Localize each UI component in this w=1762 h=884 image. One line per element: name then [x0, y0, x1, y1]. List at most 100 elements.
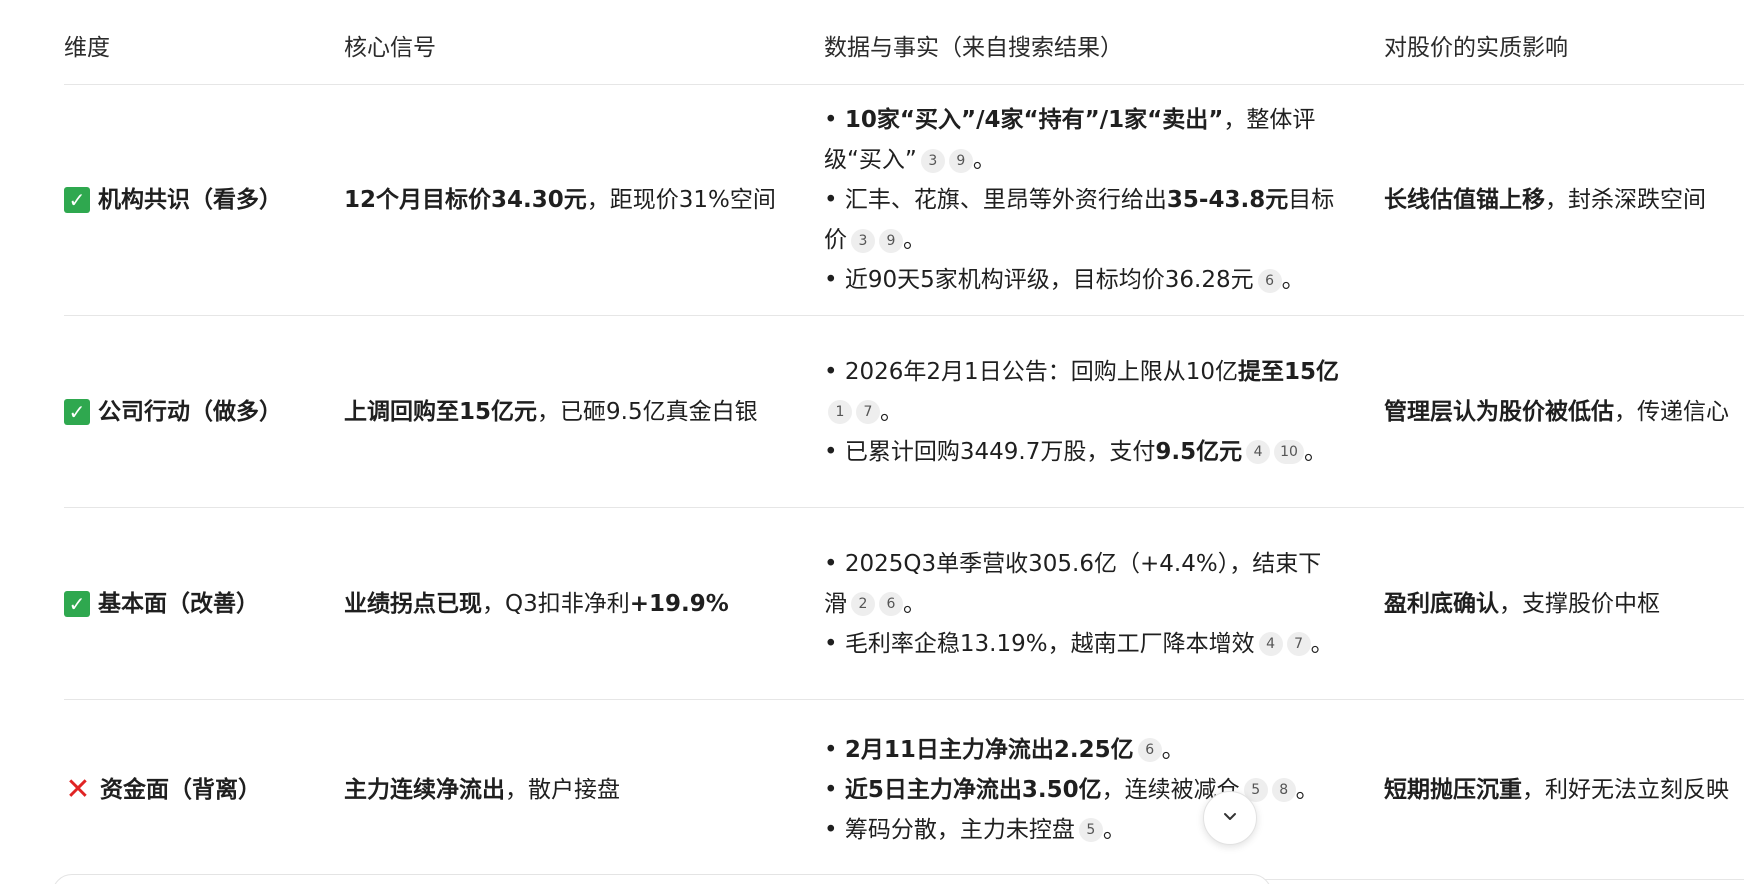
citation-badge[interactable]: 10	[1274, 440, 1304, 464]
citation-badge[interactable]: 6	[879, 592, 903, 616]
dimension-label: ✓ 机构共识（看多）	[64, 180, 344, 220]
fact-item: • 近90天5家机构评级，目标均价36.28元 6。	[824, 260, 1344, 300]
fact-bold: 提至15亿	[1237, 358, 1339, 385]
impact-cell: 长线估值锚上移，封杀深跌空间	[1384, 180, 1744, 220]
header-facts: 数据与事实（来自搜索结果）	[824, 35, 1123, 61]
dimension-label: ✕ 资金面（背离）	[64, 770, 344, 810]
fact-item: • 汇丰、花旗、里昂等外资行给出35-43.8元目标价 3 9。	[824, 180, 1344, 260]
dimension-label: ✓ 基本面（改善）	[64, 584, 344, 624]
header-dimension: 维度	[64, 35, 110, 61]
impact-bold: 管理层认为股价被低估	[1384, 398, 1614, 425]
fact-bold: 9.5亿元	[1155, 438, 1243, 465]
facts-cell: • 10家“买入”/4家“持有”/1家“卖出”，整体评级“买入” 3 9。 • 汇丰、…	[824, 90, 1384, 310]
bullet-char: •	[824, 107, 845, 133]
citation-badge[interactable]: 7	[856, 400, 880, 424]
impact-bold: 长线估值锚上移	[1384, 187, 1545, 213]
impact-bold: 短期抛压沉重	[1384, 776, 1522, 803]
signal-text: ，已砸9.5亿真金白银	[537, 398, 758, 425]
bullet-char: •	[824, 736, 845, 763]
fact-item: • 筹码分散，主力未控盘 5。	[824, 810, 1344, 850]
facts-cell: • 2月11日主力净流出2.25亿 6。 • 近5日主力净流出3.50亿，连续被减仓…	[824, 720, 1384, 860]
table-header-row: 维度 核心信号 数据与事实（来自搜索结果） 对股价的实质影响	[64, 0, 1744, 85]
fact-text: 已累计回购3449.7万股，支付	[844, 438, 1156, 465]
bullet-char: •	[824, 267, 845, 293]
signal-cell: 12个月目标价34.30元，距现价31%空间	[344, 180, 824, 220]
cross-icon: ✕	[65, 771, 91, 807]
signal-bold: +19.9%	[629, 590, 729, 617]
fact-text: 筹码分散，主力未控盘	[844, 816, 1075, 843]
chat-input-box[interactable]	[52, 874, 1272, 884]
citation-badge[interactable]: 1	[828, 400, 852, 424]
dimension-cell: ✓ 机构共识（看多）	[64, 180, 344, 220]
bullet-char: •	[824, 630, 845, 657]
period: 。	[1281, 267, 1305, 293]
period: 。	[1310, 630, 1334, 657]
period: 。	[880, 398, 903, 425]
header-impact: 对股价的实质影响	[1384, 35, 1568, 61]
table-row: ✓ 机构共识（看多） 12个月目标价34.30元，距现价31%空间 • 10家“买入”…	[64, 85, 1744, 316]
fact-item: • 近5日主力净流出3.50亿，连续被减仓 5 8。	[824, 770, 1344, 810]
header-signal: 核心信号	[344, 35, 436, 61]
fact-text: 毛利率企稳13.19%，越南工厂降本增效	[844, 630, 1255, 657]
bullet-char: •	[824, 550, 845, 577]
citation-badge[interactable]: 9	[948, 148, 973, 173]
fact-item: • 10家“买入”/4家“持有”/1家“卖出”，整体评级“买入” 3 9。	[824, 100, 1344, 180]
citation-badge[interactable]: 3	[920, 148, 945, 173]
table-row: ✓ 基本面（改善） 业绩拐点已现，Q3扣非净利+19.9% • 2025Q3单季营收3…	[64, 508, 1744, 700]
impact-text: ，利好无法立刻反映	[1522, 776, 1729, 803]
citation-badge[interactable]: 6	[1137, 738, 1162, 762]
bullet-char: •	[824, 438, 845, 465]
citation-badge[interactable]: 6	[1257, 268, 1282, 293]
data-table: 维度 核心信号 数据与事实（来自搜索结果） 对股价的实质影响 ✓ 机构共识（看多）…	[64, 0, 1744, 880]
signal-bold: 12个月目标价34.30元	[344, 187, 587, 213]
impact-cell: 短期抛压沉重，利好无法立刻反映	[1384, 770, 1744, 810]
citation-badge[interactable]: 8	[1271, 778, 1296, 802]
period: 。	[972, 147, 996, 173]
signal-bold: 主力连续净流出	[344, 776, 505, 803]
citation-badge[interactable]: 4	[1246, 440, 1271, 464]
citation-badge[interactable]: 4	[1258, 632, 1283, 656]
impact-text: ，支撑股价中枢	[1499, 590, 1660, 617]
signal-cell: 主力连续净流出，散户接盘	[344, 770, 824, 810]
dimension-text: 资金面（背离）	[100, 776, 261, 803]
period: 。	[1102, 816, 1126, 843]
fact-bold: 35-43.8元	[1166, 187, 1289, 213]
citation-badge[interactable]: 9	[879, 228, 903, 253]
dimension-cell: ✓ 基本面（改善）	[64, 584, 344, 624]
bullet-char: •	[824, 776, 845, 803]
dimension-text: 基本面（改善）	[98, 590, 259, 617]
bullet-char: •	[824, 187, 845, 213]
citation-badge[interactable]: 2	[851, 592, 875, 616]
signal-cell: 业绩拐点已现，Q3扣非净利+19.9%	[344, 584, 824, 624]
fact-bold: 10家“买入”/4家“持有”/1家“卖出”	[844, 107, 1224, 133]
signal-bold: 业绩拐点已现	[344, 590, 482, 617]
fact-text: 2026年2月1日公告：回购上限从10亿	[844, 358, 1238, 385]
fact-text: 近90天5家机构评级，目标均价36.28元	[844, 267, 1254, 293]
impact-text: ，传递信心	[1614, 398, 1729, 425]
citation-badge[interactable]: 3	[851, 228, 875, 253]
fact-item: • 2026年2月1日公告：回购上限从10亿提至15亿 1 7。	[824, 352, 1344, 432]
citation-badge[interactable]: 5	[1078, 818, 1103, 842]
period: 。	[1295, 776, 1319, 803]
scroll-down-button[interactable]	[1203, 791, 1257, 845]
dimension-text: 公司行动（做多）	[98, 398, 282, 425]
impact-bold: 盈利底确认	[1384, 590, 1499, 617]
fact-bold: 2月11日主力净流出2.25亿	[844, 736, 1134, 763]
period: 。	[1161, 736, 1185, 763]
table-row: ✓ 公司行动（做多） 上调回购至15亿元，已砸9.5亿真金白银 • 2026年2月1日…	[64, 316, 1744, 508]
impact-cell: 盈利底确认，支撑股价中枢	[1384, 584, 1744, 624]
dimension-cell: ✕ 资金面（背离）	[64, 770, 344, 810]
facts-cell: • 2025Q3单季营收305.6亿（+4.4%），结束下滑 2 6。 • 毛利率企稳…	[824, 534, 1384, 674]
period: 。	[1303, 438, 1327, 465]
bullet-char: •	[824, 358, 845, 385]
signal-text: ，Q3扣非净利	[482, 590, 630, 617]
period: 。	[903, 227, 926, 253]
signal-text: ，距现价31%空间	[586, 187, 776, 213]
citation-badge[interactable]: 7	[1286, 632, 1311, 656]
facts-cell: • 2026年2月1日公告：回购上限从10亿提至15亿1 7。 • 已累计回购344…	[824, 342, 1384, 482]
fact-item: • 毛利率企稳13.19%，越南工厂降本增效 4 7。	[824, 624, 1344, 664]
bullet-char: •	[824, 816, 845, 843]
fact-item: • 2025Q3单季营收305.6亿（+4.4%），结束下滑 2 6。	[824, 544, 1344, 624]
check-icon: ✓	[64, 187, 90, 213]
signal-text: ，散户接盘	[505, 776, 620, 803]
